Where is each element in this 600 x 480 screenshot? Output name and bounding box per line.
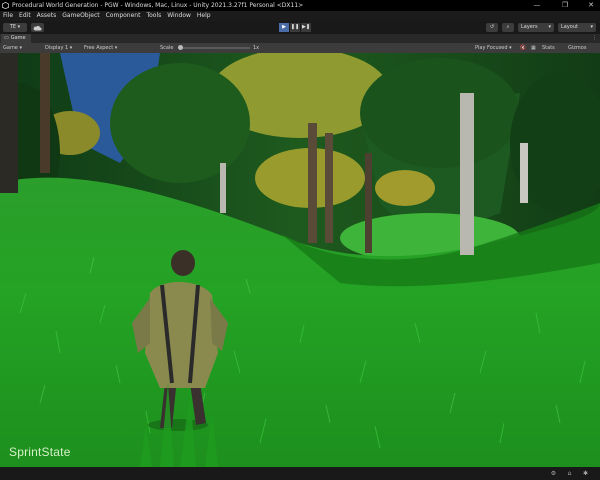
game-view-toolbar: Game ▾ Display 1 ▾ Free Aspect ▾ Scale 1… [0, 43, 600, 53]
cloud-button[interactable] [31, 23, 44, 32]
tab-game-label: Game [10, 35, 26, 41]
stats-button[interactable]: Stats [542, 43, 555, 53]
display-dropdown[interactable]: Display 1 ▾ [45, 43, 72, 53]
aspect-label: Free Aspect [84, 45, 114, 51]
layout-label: Layout [561, 24, 578, 30]
window-title: Procedural World Generation - PGW - Wind… [12, 2, 304, 9]
tree-trunk [0, 53, 18, 193]
collaborate-icon[interactable]: ⌂ [566, 470, 573, 477]
player-head [171, 250, 195, 276]
more-options-icon[interactable]: ⋮ [592, 34, 597, 43]
green-canopy [360, 58, 520, 168]
play-mode-dropdown[interactable]: Play Focused ▾ [475, 43, 512, 53]
cloud-icon [33, 25, 42, 30]
tree-trunk [40, 53, 50, 173]
green-canopy [110, 63, 250, 183]
status-bar: ⚙ ⌂ ✱ [0, 467, 600, 480]
layers-dropdown[interactable]: Layers ▾ [518, 23, 554, 32]
close-button[interactable]: ✕ [582, 0, 600, 11]
unity-logo-icon [2, 2, 9, 9]
play-controls: ▶ ❚❚ ▶❚ [279, 23, 312, 32]
gizmos-dropdown[interactable]: Gizmos [568, 43, 586, 53]
chevron-down-icon: ▾ [548, 24, 551, 30]
layers-label: Layers [521, 24, 538, 30]
aspect-dropdown[interactable]: Free Aspect ▾ [84, 43, 117, 53]
menu-window[interactable]: Window [167, 11, 191, 21]
player-torso [145, 281, 218, 388]
layout-dropdown[interactable]: Layout ▾ [558, 23, 596, 32]
display-label: Display 1 [45, 45, 69, 51]
game-viewport[interactable]: SprintState [0, 53, 600, 467]
tree-trunk [365, 153, 372, 253]
chevron-down-icon: ▾ [590, 24, 593, 30]
mute-audio-icon[interactable]: 🔇 [520, 43, 526, 53]
search-button[interactable]: ⌕ [502, 23, 514, 32]
menu-component[interactable]: Component [106, 11, 141, 21]
step-button[interactable]: ▶❚ [301, 23, 311, 32]
menu-file[interactable]: File [3, 11, 13, 21]
tree-trunk [520, 143, 528, 203]
menu-tools[interactable]: Tools [146, 11, 161, 21]
state-label: SprintState [9, 445, 71, 459]
play-button[interactable]: ▶ [279, 23, 289, 32]
menu-assets[interactable]: Assets [37, 11, 57, 21]
progress-icon[interactable]: ⚙ [550, 470, 557, 477]
tab-game[interactable]: ▭ Game [1, 34, 31, 43]
scale-slider-handle[interactable] [178, 45, 183, 50]
debug-mode-icon[interactable]: ✱ [582, 470, 589, 477]
play-mode-label: Play Focused [475, 45, 508, 51]
title-bar: Procedural World Generation - PGW - Wind… [0, 0, 600, 11]
menu-bar: File Edit Assets GameObject Component To… [0, 11, 600, 21]
tree-trunk [308, 123, 317, 243]
game-scene [0, 53, 600, 467]
undo-history-button[interactable]: ↺ [486, 23, 498, 32]
stats-toggle[interactable]: ▦ [531, 43, 536, 53]
minimize-button[interactable]: — [528, 0, 546, 11]
maximize-button[interactable]: ❐ [556, 0, 574, 11]
tab-strip: ▭ Game ⋮ [0, 34, 600, 43]
menu-edit[interactable]: Edit [19, 11, 31, 21]
scale-label: Scale [160, 45, 174, 51]
unity-editor-window: Procedural World Generation - PGW - Wind… [0, 0, 600, 480]
account-button[interactable]: TE ▾ [3, 23, 27, 32]
menu-gameobject[interactable]: GameObject [62, 11, 99, 21]
game-tab-icon: ▭ [4, 35, 9, 41]
view-mode-dropdown[interactable]: Game ▾ [3, 43, 22, 53]
tree-trunk [460, 93, 474, 255]
scale-slider[interactable] [178, 45, 250, 50]
view-mode-label: Game [3, 45, 18, 51]
tree-trunk [325, 133, 333, 243]
yellow-canopy [375, 170, 435, 206]
pause-button[interactable]: ❚❚ [290, 23, 300, 32]
main-toolbar: TE ▾ ▶ ❚❚ ▶❚ ↺ ⌕ Layers ▾ Layout ▾ [0, 21, 600, 34]
scale-value: 1x [253, 45, 260, 51]
tree-trunk [220, 163, 226, 213]
menu-help[interactable]: Help [197, 11, 211, 21]
